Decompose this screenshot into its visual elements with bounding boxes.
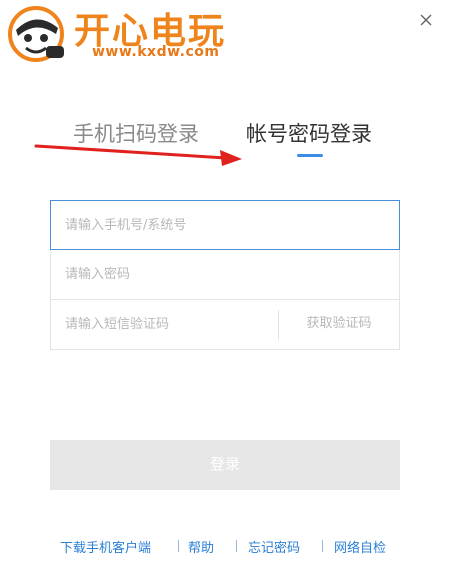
help-link[interactable]: 帮助 (188, 537, 214, 556)
footer-separator (322, 540, 323, 552)
login-form: 获取验证码 (50, 200, 400, 350)
footer-separator (236, 540, 237, 552)
password-input[interactable] (51, 250, 399, 299)
footer-links: 下载手机客户端 帮助 忘记密码 网络自检 (0, 537, 450, 557)
close-button[interactable] (416, 10, 436, 30)
site-logo: 开心电玩 www.kxdw.com (2, 0, 242, 72)
mascot-icon (8, 6, 64, 62)
footer-separator (178, 540, 179, 552)
active-tab-indicator (297, 154, 323, 157)
phone-field (50, 200, 400, 250)
annotation-arrow-icon (34, 144, 242, 166)
phone-input[interactable] (51, 201, 399, 249)
tab-password-login[interactable]: 帐号密码登录 (246, 118, 372, 148)
network-check-link[interactable]: 网络自检 (334, 537, 386, 556)
logo-url-text: www.kxdw.com (92, 44, 220, 60)
close-icon (420, 14, 432, 26)
login-button[interactable]: 登录 (50, 440, 400, 490)
sms-field: 获取验证码 (50, 300, 400, 350)
forgot-password-link[interactable]: 忘记密码 (248, 537, 300, 556)
get-sms-code-button[interactable]: 获取验证码 (279, 300, 399, 348)
password-field (50, 250, 400, 300)
download-client-link[interactable]: 下载手机客户端 (60, 537, 151, 556)
sms-code-input[interactable] (51, 300, 279, 349)
